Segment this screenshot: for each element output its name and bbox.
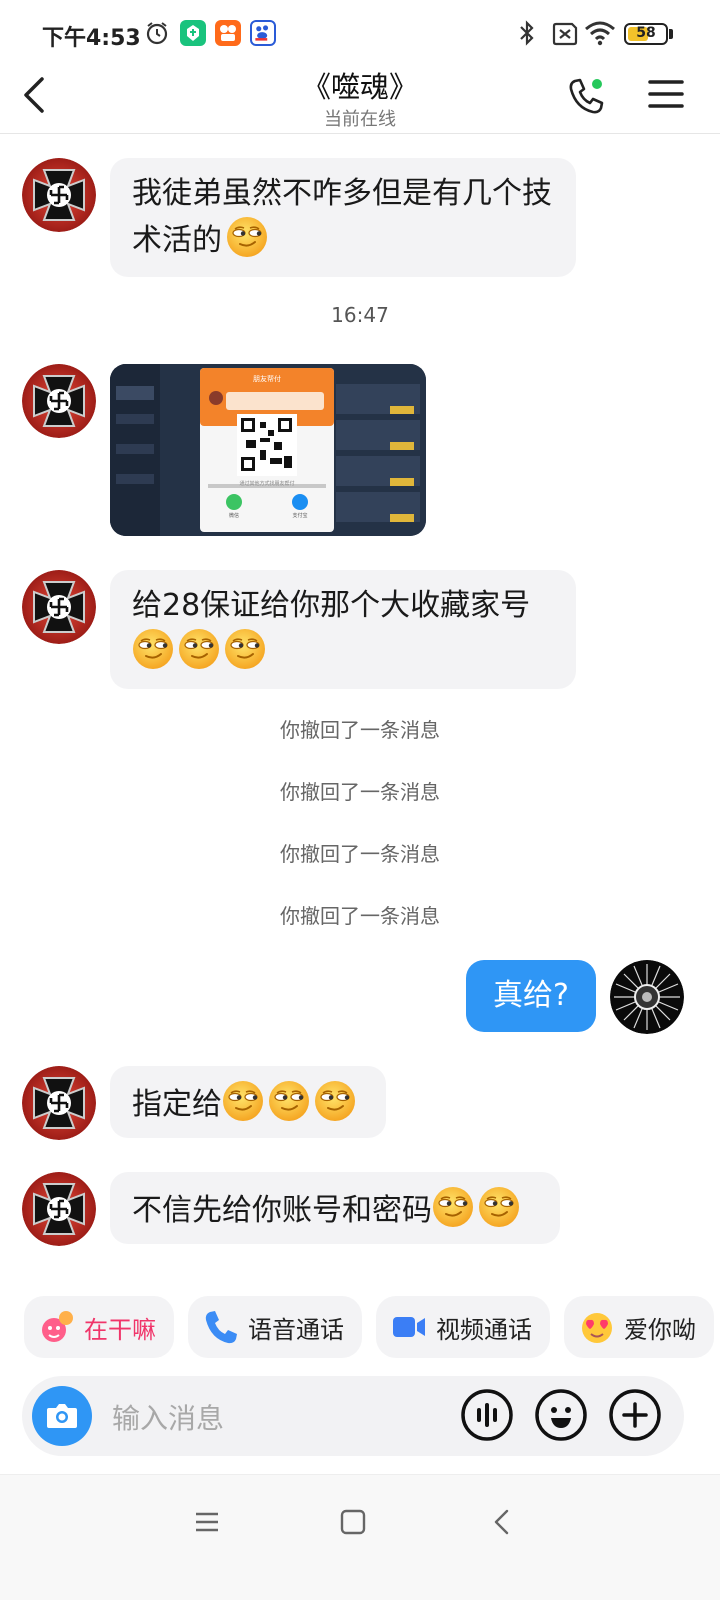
contact-avatar[interactable]	[22, 1066, 96, 1140]
message-text: 真给?	[493, 978, 569, 1013]
contact-avatar[interactable]	[22, 570, 96, 644]
camera-button[interactable]	[32, 1386, 92, 1446]
back-icon[interactable]	[490, 1509, 516, 1535]
app-notification-icon	[180, 20, 206, 46]
message-text: 指定给	[132, 1087, 222, 1122]
message-input[interactable]: 输入消息	[112, 1397, 224, 1437]
home-icon[interactable]	[340, 1509, 366, 1535]
recalled-notice: 你撤回了一条消息	[280, 842, 440, 866]
recent-apps-icon[interactable]	[194, 1509, 220, 1535]
app-notification-icon	[250, 20, 276, 46]
quick-action-video-call[interactable]: 视频通话	[376, 1296, 550, 1358]
chat-title: 《噬魂》	[301, 70, 418, 104]
my-avatar[interactable]	[610, 960, 684, 1034]
contact-avatar[interactable]	[22, 364, 96, 438]
menu-icon[interactable]	[648, 78, 684, 110]
card-title: 朋友帮付	[253, 375, 281, 383]
phone-call-icon[interactable]	[566, 76, 606, 116]
quick-action-whats-up[interactable]: 在干嘛	[24, 1296, 174, 1358]
card-option-wechat: 微信	[228, 513, 239, 519]
battery-level: 58	[636, 25, 656, 41]
chat-header: 《噬魂》 当前在线	[0, 60, 720, 134]
smirk-emoji-icon	[222, 1080, 264, 1122]
plus-icon[interactable]	[608, 1388, 662, 1442]
message-bubble[interactable]: 我徒弟虽然不咋多但是有几个技术活的	[110, 158, 576, 277]
game-screenshot-image	[110, 364, 426, 536]
message-bubble[interactable]: 给28保证给你那个大收藏家号	[110, 570, 576, 689]
smirk-emoji-icon	[478, 1186, 520, 1228]
contact-avatar[interactable]	[22, 158, 96, 232]
recalled-notice: 你撤回了一条消息	[280, 780, 440, 804]
alarm-icon	[146, 22, 168, 45]
quick-action-voice-call[interactable]: 语音通话	[188, 1296, 362, 1358]
smirk-emoji-icon	[226, 216, 268, 258]
smirk-emoji-icon	[132, 628, 174, 670]
recalled-notice: 你撤回了一条消息	[280, 718, 440, 742]
voice-input-icon[interactable]	[460, 1388, 514, 1442]
image-message[interactable]: 朋友帮付 通过其他方式找朋友帮付 微信 支付宝	[110, 364, 426, 536]
contact-avatar[interactable]	[22, 1172, 96, 1246]
video-camera-icon	[393, 1317, 425, 1337]
online-status: 当前在线	[324, 109, 396, 130]
smirk-emoji-icon	[178, 628, 220, 670]
message-text: 给28保证给你那个大收藏家号	[132, 588, 531, 623]
sim-off-icon	[552, 22, 578, 46]
message-text: 我徒弟虽然不咋多但是有几个技术活的	[132, 176, 552, 258]
recalled-notice: 你撤回了一条消息	[280, 904, 440, 928]
system-nav-bar	[0, 1474, 720, 1600]
smirk-emoji-icon	[268, 1080, 310, 1122]
wifi-icon	[585, 21, 615, 46]
bluetooth-icon	[520, 20, 534, 46]
emoji-icon[interactable]	[534, 1388, 588, 1442]
smirk-emoji-icon	[314, 1080, 356, 1122]
my-message-bubble[interactable]: 真给?	[466, 960, 596, 1032]
quick-action-love-you[interactable]: 爱你呦	[564, 1296, 714, 1358]
cute-sticker-icon	[42, 1311, 73, 1342]
status-time: 下午4:53	[42, 26, 141, 51]
card-option-alipay: 支付宝	[292, 513, 308, 519]
message-bubble[interactable]: 指定给	[110, 1066, 386, 1138]
card-footer: 通过其他方式找朋友帮付	[239, 481, 295, 487]
quick-action-label: 视频通话	[436, 1315, 532, 1344]
app-notification-icon	[215, 20, 241, 46]
timestamp: 16:47	[331, 303, 389, 327]
battery-icon: 58	[624, 23, 668, 45]
quick-action-label: 在干嘛	[84, 1315, 156, 1344]
heart-eyes-emoji-icon	[582, 1313, 612, 1343]
quick-action-label: 爱你呦	[624, 1315, 696, 1344]
smirk-emoji-icon	[432, 1186, 474, 1228]
smirk-emoji-icon	[224, 628, 266, 670]
quick-action-label: 语音通话	[248, 1315, 344, 1344]
phone-icon	[205, 1311, 237, 1344]
camera-icon	[47, 1404, 77, 1428]
message-bubble[interactable]: 不信先给你账号和密码	[110, 1172, 560, 1244]
message-input-bar: 输入消息	[22, 1376, 684, 1456]
message-text: 不信先给你账号和密码	[132, 1193, 432, 1228]
battery-tip	[669, 29, 673, 39]
